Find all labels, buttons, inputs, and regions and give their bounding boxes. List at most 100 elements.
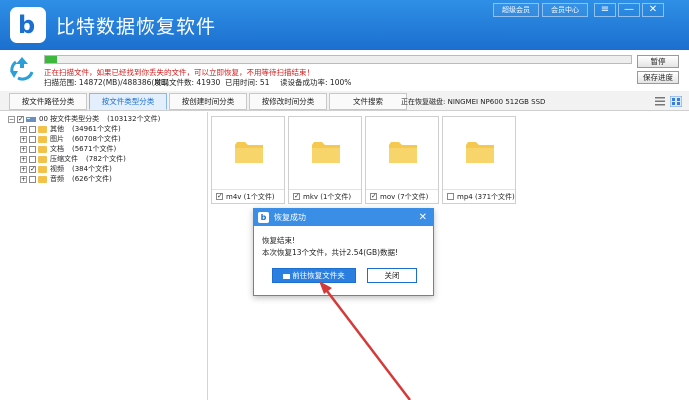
tree-item[interactable]: + 文档 (5671个文件) [20, 144, 116, 154]
tree-item-label: 图片 [50, 135, 64, 143]
collapse-icon[interactable]: − [8, 115, 15, 123]
file-card[interactable]: m4v (1个文件) [211, 116, 285, 204]
current-disk: 正在恢复磁盘: NINGMEI NP600 512GB SSD [401, 98, 546, 106]
folder-icon [283, 273, 291, 279]
read-success-rate: 读设备成功率: 100% [280, 77, 351, 88]
expand-icon[interactable]: + [20, 125, 27, 133]
read-success-value: 100% [329, 78, 352, 87]
category-tree: − 00 按文件类型分类 (103132个文件) + 其他(34961个文件) … [6, 112, 208, 400]
tree-item-checkbox[interactable] [29, 125, 36, 133]
tab-by-path[interactable]: 按文件路径分类 [9, 93, 87, 110]
folder-icon [38, 125, 47, 133]
scan-range: 扫描范围: 14872(MB)/488386(MB) [44, 77, 169, 88]
dialog-message-2: 本次恢复13个文件，共计2.54(GB)数据! [262, 248, 399, 257]
pause-button[interactable]: 暂停 [637, 55, 679, 68]
dialog-logo-icon: b [258, 212, 269, 223]
folder-icon [235, 142, 263, 163]
read-success-label: 读设备成功率: [280, 78, 328, 87]
tree-item-checkbox[interactable] [29, 165, 36, 173]
found-files: 发现文件数: 41930 [154, 77, 220, 88]
folder-icon [466, 142, 494, 163]
tree-item[interactable]: + 视频 (384个文件) [20, 164, 112, 174]
tree-item-label: 其他 [50, 125, 64, 133]
tree-item-checkbox[interactable] [29, 155, 36, 163]
elapsed-time: 已用时间: 51 [225, 77, 269, 88]
found-files-label: 发现文件数: [154, 78, 195, 87]
tree-item-label: 压缩文件 [50, 155, 78, 163]
super-vip-button[interactable]: 超级会员 [493, 3, 539, 17]
tab-by-created[interactable]: 按创建时间分类 [169, 93, 247, 110]
tree-item[interactable]: + 图片 (60708个文件) [20, 134, 121, 144]
file-card-checkbox[interactable] [370, 192, 377, 200]
list-view-icon[interactable] [654, 96, 666, 107]
tree-item-checkbox[interactable] [29, 135, 36, 143]
member-center-button[interactable]: 会员中心 [542, 3, 588, 17]
file-card-checkbox[interactable] [216, 192, 223, 200]
tab-by-type[interactable]: 按文件类型分类 [89, 93, 167, 110]
grid-view-icon[interactable] [670, 96, 682, 107]
file-card[interactable]: mov (7个文件) [365, 116, 439, 204]
tree-item-count: (626个文件) [72, 175, 112, 183]
scan-progress-bar [44, 55, 632, 64]
file-card[interactable]: mp4 (371个文件) [442, 116, 516, 204]
tree-item[interactable]: + 其他 (34961个文件) [20, 124, 121, 134]
tree-item-checkbox[interactable] [29, 175, 36, 183]
file-card-label: mov (7个文件) [366, 189, 438, 203]
tree-item-label: 音频 [50, 175, 64, 183]
tree-root-checkbox[interactable] [17, 115, 24, 123]
folder-icon [38, 135, 47, 143]
tree-item-count: (60708个文件) [72, 135, 121, 143]
tree-root[interactable]: − 00 按文件类型分类 (103132个文件) [8, 114, 160, 124]
expand-icon[interactable]: + [20, 175, 27, 183]
recycle-icon [10, 57, 34, 81]
found-files-value: 41930 [196, 78, 221, 87]
app-title: 比特数据恢复软件 [56, 16, 217, 38]
expand-icon[interactable]: + [20, 145, 27, 153]
close-icon[interactable]: ✕ [642, 3, 664, 17]
folder-icon [389, 142, 417, 163]
dialog-header: b 恢复成功 ✕ [254, 209, 433, 226]
dialog-close-button[interactable]: 关闭 [367, 268, 417, 283]
open-recovery-folder-button[interactable]: 前往恢复文件夹 [272, 268, 356, 283]
file-card-checkbox[interactable] [447, 193, 454, 200]
elapsed-time-value: 51 [259, 78, 270, 87]
file-card-label: mp4 (371个文件) [443, 189, 515, 203]
open-recovery-folder-label: 前往恢复文件夹 [292, 271, 345, 280]
tree-item-count: (5671个文件) [72, 145, 117, 153]
tree-root-label: 00 按文件类型分类 [39, 115, 100, 123]
tab-bar: 按文件路径分类 按文件类型分类 按创建时间分类 按修改时间分类 文件搜索 正在恢… [0, 91, 689, 111]
scan-range-label: 扫描范围: [44, 78, 77, 87]
file-card-checkbox[interactable] [293, 192, 300, 200]
elapsed-time-label: 已用时间: [225, 78, 258, 87]
tree-item-label: 文档 [50, 145, 64, 153]
expand-icon[interactable]: + [20, 135, 27, 143]
app-logo-icon: b [10, 7, 46, 43]
tree-item[interactable]: + 压缩文件 (782个文件) [20, 154, 126, 164]
file-card-label: mkv (1个文件) [289, 189, 361, 203]
drive-icon [26, 117, 36, 122]
dialog-close-icon[interactable]: ✕ [419, 209, 427, 226]
save-progress-button[interactable]: 保存进度 [637, 71, 679, 84]
tree-item-count: (384个文件) [72, 165, 112, 173]
tree-item[interactable]: + 音频 (626个文件) [20, 174, 112, 184]
menu-icon[interactable]: ≡ [594, 3, 616, 17]
tree-root-count: (103132个文件) [107, 115, 161, 123]
folder-icon [312, 142, 340, 163]
file-card[interactable]: mkv (1个文件) [288, 116, 362, 204]
tree-item-count: (782个文件) [86, 155, 126, 163]
expand-icon[interactable]: + [20, 165, 27, 173]
tree-item-checkbox[interactable] [29, 145, 36, 153]
expand-icon[interactable]: + [20, 155, 27, 163]
folder-icon [38, 175, 47, 183]
minimize-icon[interactable]: — [618, 3, 640, 17]
scan-progress-fill [45, 56, 57, 63]
folder-icon [38, 155, 47, 163]
tab-by-modified[interactable]: 按修改时间分类 [249, 93, 327, 110]
dialog-title: 恢复成功 [274, 213, 306, 222]
tab-file-search[interactable]: 文件搜索 [329, 93, 407, 110]
file-card-label: m4v (1个文件) [212, 189, 284, 203]
folder-icon [38, 165, 47, 173]
title-bar: b 比特数据恢复软件 超级会员 会员中心 ≡ — ✕ [0, 0, 689, 50]
recovery-success-dialog: b 恢复成功 ✕ 恢复结束! 本次恢复13个文件，共计2.54(GB)数据! 前… [253, 208, 434, 296]
tree-item-count: (34961个文件) [72, 125, 121, 133]
